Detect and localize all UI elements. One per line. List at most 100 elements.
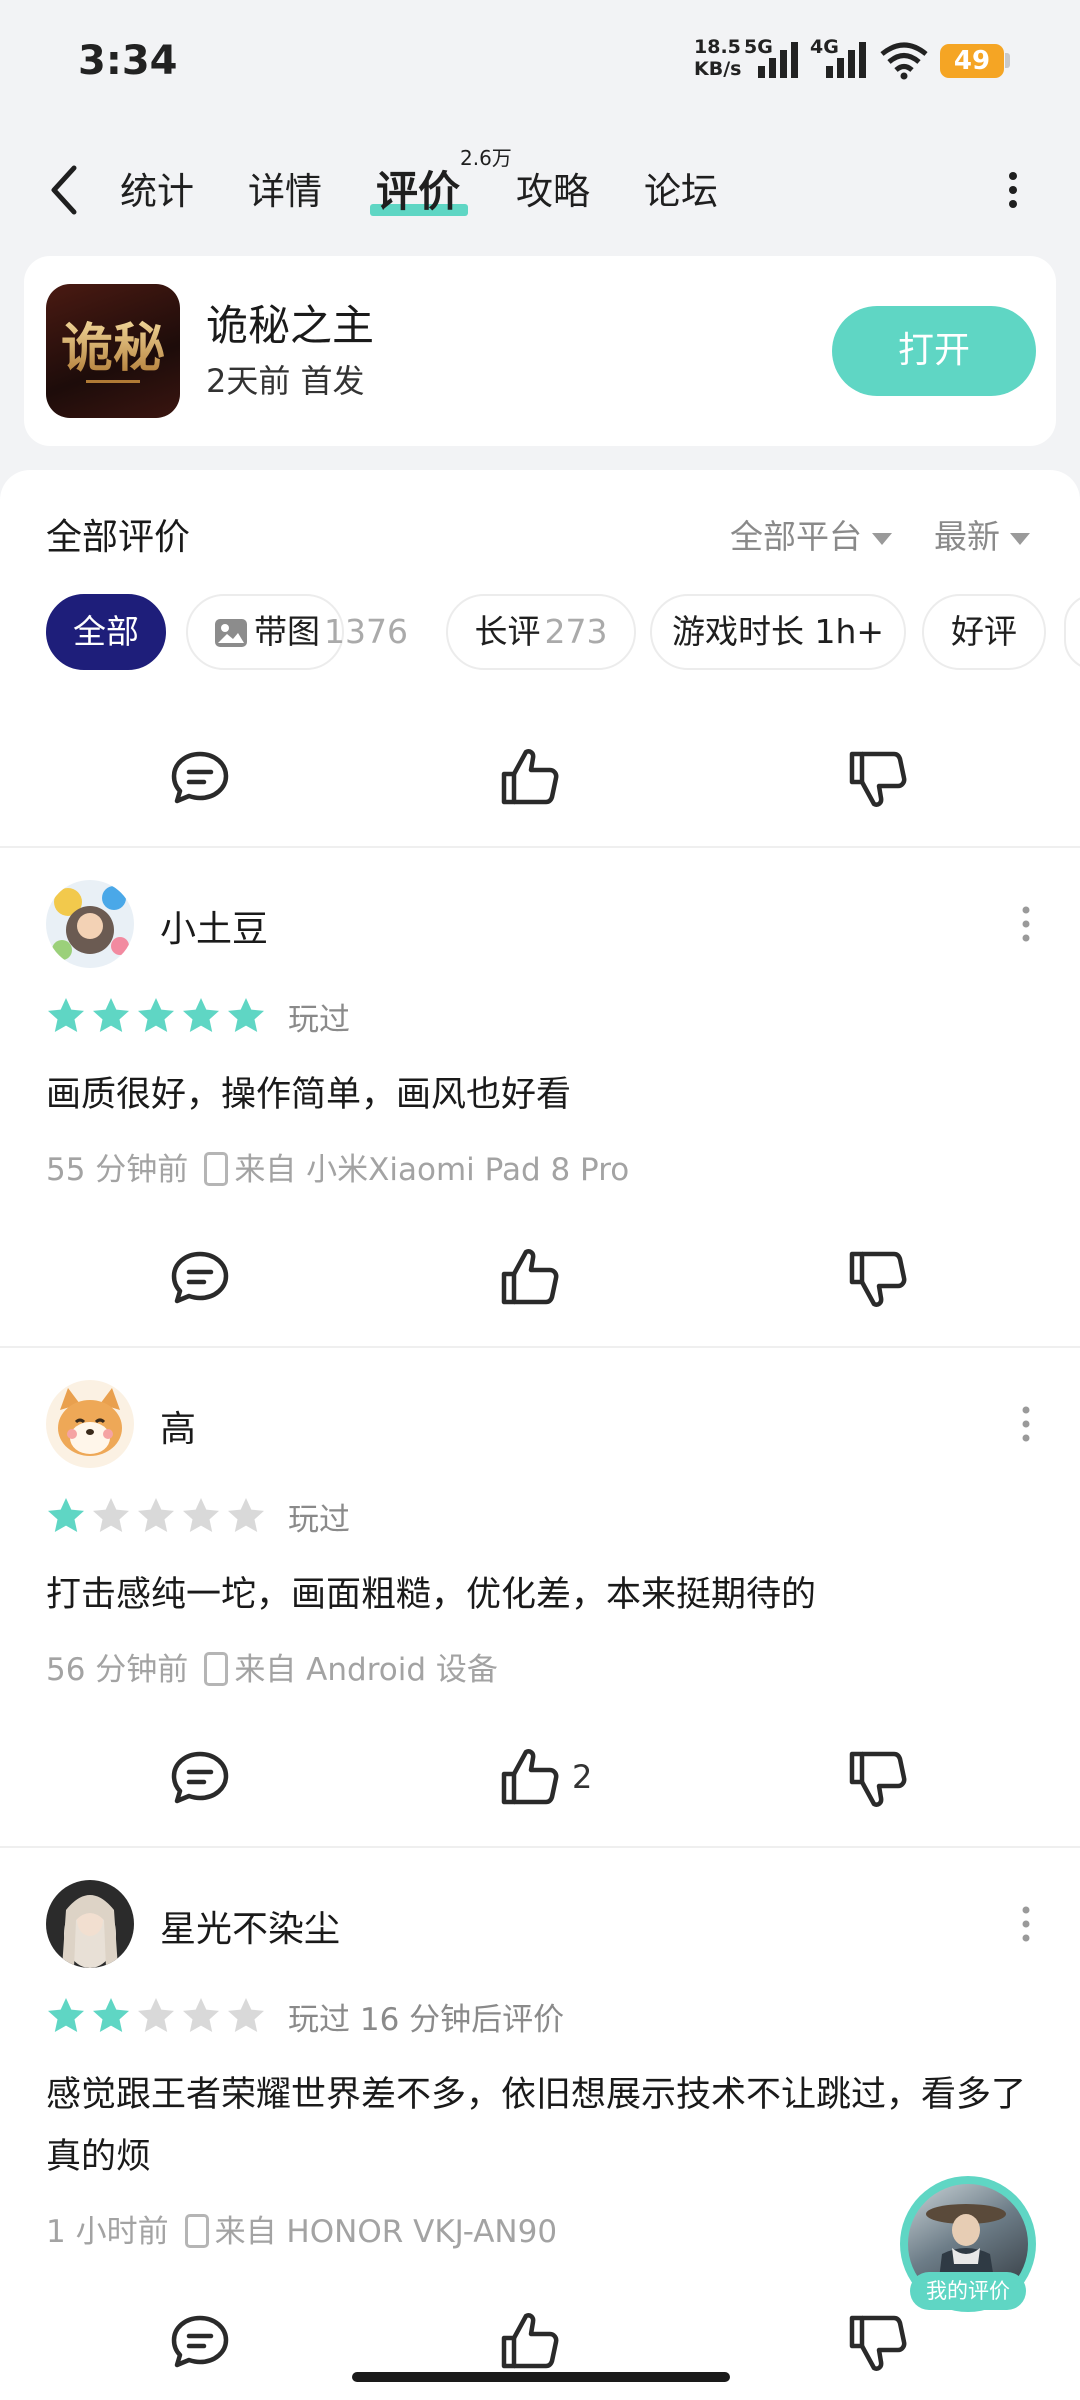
reviewer-name[interactable]: 小土豆 bbox=[160, 900, 268, 952]
more-icon[interactable] bbox=[1000, 170, 1026, 210]
star-icon bbox=[228, 998, 264, 1032]
chip-more[interactable] bbox=[1064, 594, 1080, 670]
review-actions bbox=[0, 2302, 1080, 2382]
avatar[interactable] bbox=[46, 880, 134, 968]
star-icon bbox=[48, 1498, 84, 1532]
open-button[interactable]: 打开 bbox=[832, 306, 1036, 396]
game-icon: 诡秘 bbox=[46, 284, 180, 418]
reviews-count-badge: 2.6万 bbox=[460, 146, 512, 170]
star-icon bbox=[138, 1998, 174, 2032]
platform-filter[interactable]: 全部平台 bbox=[730, 510, 892, 558]
wifi-icon bbox=[880, 42, 928, 80]
battery-cap bbox=[1005, 53, 1010, 68]
review-meta: 55 分钟前 来自 小米Xiaomi Pad 8 Pro bbox=[46, 1144, 629, 1189]
review-text[interactable]: 感觉跟王者荣耀世界差不多，依旧想展示技术不让跳过，看多了真的烦 bbox=[46, 2064, 1046, 2188]
more-icon[interactable] bbox=[1016, 1404, 1036, 1444]
signal-icon bbox=[826, 42, 866, 78]
star-icon bbox=[93, 1498, 129, 1532]
review-device: 来自 小米Xiaomi Pad 8 Pro bbox=[234, 1152, 630, 1188]
signal-icon bbox=[758, 42, 798, 78]
review-actions bbox=[0, 1238, 1080, 1318]
chip-all[interactable]: 全部 bbox=[46, 594, 166, 670]
image-icon bbox=[215, 619, 247, 647]
caret-down-icon bbox=[872, 532, 892, 545]
tab-reviews[interactable]: 评价 bbox=[376, 162, 460, 222]
tab-details[interactable]: 详情 bbox=[248, 162, 322, 222]
star-icon bbox=[183, 1998, 219, 2032]
tab-forum[interactable]: 论坛 bbox=[644, 162, 718, 222]
star-icon bbox=[93, 1998, 129, 2032]
played-status: 玩过 16 分钟后评价 bbox=[288, 2002, 565, 2038]
thumbs-up-icon bbox=[501, 1749, 559, 1805]
reviews-title: 全部评价 bbox=[46, 517, 191, 558]
device-icon bbox=[204, 1651, 229, 1686]
rating-stars bbox=[48, 1498, 264, 1532]
rating-stars bbox=[48, 1998, 264, 2032]
thumbs-up-icon[interactable] bbox=[500, 1238, 560, 1318]
chip-positive[interactable]: 好评 bbox=[922, 594, 1046, 670]
device-icon bbox=[204, 1151, 229, 1186]
chip-playtime[interactable]: 游戏时长 1h+ bbox=[650, 594, 906, 670]
star-icon bbox=[48, 1998, 84, 2032]
review-text[interactable]: 画质很好，操作简单，画风也好看 bbox=[46, 1064, 1046, 1126]
game-release-meta: 2天前 首发 bbox=[206, 362, 365, 400]
chip-long-reviews[interactable]: 长评 273 bbox=[446, 594, 636, 670]
review-meta: 1 小时前 来自 HONOR VKJ-AN90 bbox=[46, 2206, 557, 2251]
star-icon bbox=[228, 1998, 264, 2032]
caret-down-icon bbox=[1010, 532, 1030, 545]
thumbs-down-icon[interactable] bbox=[848, 1738, 908, 1818]
reviewer-name[interactable]: 星光不染尘 bbox=[160, 1900, 340, 1952]
played-status: 玩过 bbox=[288, 1502, 350, 1538]
review-device: 来自 Android 设备 bbox=[234, 1652, 498, 1688]
star-icon bbox=[48, 998, 84, 1032]
game-logo-icon: 诡秘 bbox=[61, 318, 165, 383]
top-nav: 统计 详情 评价 2.6万 攻略 论坛 bbox=[0, 140, 1080, 240]
svg-text:诡秘: 诡秘 bbox=[61, 318, 165, 379]
star-icon bbox=[228, 1498, 264, 1532]
thumbs-down-icon[interactable] bbox=[848, 2302, 908, 2382]
divider bbox=[0, 1346, 1080, 1348]
home-indicator[interactable] bbox=[352, 2372, 730, 2382]
avatar[interactable] bbox=[46, 1880, 134, 1968]
more-icon[interactable] bbox=[1016, 1904, 1036, 1944]
back-icon[interactable] bbox=[44, 162, 84, 218]
review-time: 1 小时前 bbox=[46, 2214, 169, 2250]
my-review-label: 我的评价 bbox=[910, 2272, 1026, 2310]
review-text[interactable]: 打击感纯一坨，画面粗糙，优化差，本来挺期待的 bbox=[46, 1564, 1046, 1626]
avatar[interactable] bbox=[46, 1380, 134, 1468]
star-icon bbox=[138, 1498, 174, 1532]
sort-filter[interactable]: 最新 bbox=[934, 510, 1030, 558]
status-bar: 3:34 18.5 KB/s 5G 4G 49 bbox=[0, 0, 1080, 120]
like-button[interactable]: 2 bbox=[500, 1738, 620, 1818]
star-icon bbox=[138, 998, 174, 1032]
comment-icon[interactable] bbox=[170, 738, 230, 818]
chip-with-images[interactable]: 带图 1376 bbox=[186, 594, 408, 670]
device-icon bbox=[184, 2213, 209, 2248]
tab-guides[interactable]: 攻略 bbox=[516, 162, 590, 222]
more-icon[interactable] bbox=[1016, 904, 1036, 944]
review-meta: 56 分钟前 来自 Android 设备 bbox=[46, 1644, 498, 1689]
game-title: 诡秘之主 bbox=[206, 301, 375, 350]
star-icon bbox=[93, 998, 129, 1032]
tab-stats[interactable]: 统计 bbox=[120, 162, 194, 222]
review-time: 56 分钟前 bbox=[46, 1652, 189, 1688]
battery-icon: 49 bbox=[940, 44, 1004, 78]
thumbs-up-icon[interactable] bbox=[500, 2302, 560, 2382]
comment-icon[interactable] bbox=[170, 1238, 230, 1318]
comment-icon[interactable] bbox=[170, 1738, 230, 1818]
played-status: 玩过 bbox=[288, 1002, 350, 1038]
reviewer-name[interactable]: 高 bbox=[160, 1400, 196, 1452]
thumbs-down-icon[interactable] bbox=[848, 738, 908, 818]
my-review-button[interactable]: 我的评价 bbox=[900, 2176, 1036, 2312]
review-time: 55 分钟前 bbox=[46, 1152, 189, 1188]
divider bbox=[0, 1846, 1080, 1848]
status-time: 3:34 bbox=[78, 38, 178, 84]
thumbs-up-icon[interactable] bbox=[500, 738, 560, 818]
game-card[interactable]: 诡秘 诡秘之主 2天前 首发 打开 bbox=[24, 256, 1056, 446]
thumbs-down-icon[interactable] bbox=[848, 1238, 908, 1318]
divider bbox=[0, 846, 1080, 848]
comment-icon[interactable] bbox=[170, 2302, 230, 2382]
like-count: 2 bbox=[572, 1758, 593, 1796]
star-icon bbox=[183, 998, 219, 1032]
review-device: 来自 HONOR VKJ-AN90 bbox=[214, 2214, 558, 2250]
